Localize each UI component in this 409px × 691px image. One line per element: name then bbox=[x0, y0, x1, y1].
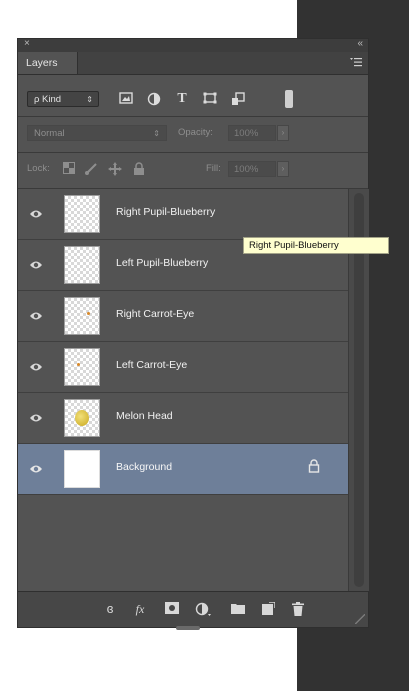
collapse-icon[interactable]: « bbox=[357, 38, 362, 49]
lock-transparent-pixels-icon[interactable] bbox=[62, 162, 76, 176]
layer-mask-icon[interactable] bbox=[164, 602, 180, 616]
visibility-eye-icon[interactable] bbox=[29, 309, 43, 321]
new-group-icon[interactable] bbox=[230, 602, 246, 616]
visibility-eye-icon[interactable] bbox=[29, 360, 43, 372]
panel-drag-handle[interactable] bbox=[176, 626, 200, 630]
tab-layers[interactable]: Layers bbox=[18, 52, 78, 74]
chevron-updown-icon: ⇕ bbox=[153, 129, 160, 138]
layer-name[interactable]: Melon Head bbox=[116, 410, 173, 422]
layer-row[interactable]: Right Carrot-Eye bbox=[18, 291, 348, 342]
layer-thumbnail bbox=[64, 246, 100, 284]
layer-row[interactable]: Right Pupil-Blueberry bbox=[18, 189, 348, 240]
layer-thumbnail bbox=[64, 348, 100, 386]
panel-title-bar[interactable]: × « bbox=[18, 38, 368, 52]
new-layer-icon[interactable] bbox=[260, 601, 276, 616]
carrot-dot-icon bbox=[87, 312, 90, 315]
pixel-filter-icon[interactable] bbox=[118, 92, 134, 106]
adjustment-layer-icon[interactable] bbox=[194, 602, 214, 616]
lock-label: Lock: bbox=[27, 163, 50, 174]
layer-row-selected[interactable]: Background bbox=[18, 444, 348, 495]
adjustment-filter-icon[interactable] bbox=[146, 92, 162, 106]
lock-all-icon[interactable] bbox=[132, 162, 146, 176]
blend-row: Normal ⇕ Opacity: 100% › bbox=[18, 117, 368, 151]
filter-kind-select[interactable]: ρ Kind ⇕ bbox=[27, 91, 99, 107]
opacity-field[interactable]: 100% bbox=[228, 125, 276, 141]
layer-thumbnail bbox=[64, 297, 100, 335]
resize-grip-icon[interactable] bbox=[355, 614, 365, 624]
layer-name[interactable]: Left Carrot-Eye bbox=[116, 359, 187, 371]
delete-layer-icon[interactable] bbox=[290, 602, 306, 616]
opacity-stepper-icon[interactable]: › bbox=[277, 125, 289, 141]
filter-kind-label: Kind bbox=[42, 94, 62, 105]
fill-field[interactable]: 100% bbox=[228, 161, 276, 177]
fill-label: Fill: bbox=[206, 163, 221, 174]
smart-object-filter-icon[interactable] bbox=[230, 92, 246, 106]
melon-icon bbox=[75, 410, 89, 426]
panel-footer: ɞ fx bbox=[18, 591, 368, 630]
layer-thumbnail bbox=[64, 399, 100, 437]
lock-row: Lock: Fill: 100% › bbox=[18, 153, 368, 187]
visibility-eye-icon[interactable] bbox=[29, 462, 43, 474]
layer-row[interactable]: Left Carrot-Eye bbox=[18, 342, 348, 393]
layer-style-icon[interactable]: fx bbox=[132, 602, 148, 616]
blend-mode-value: Normal bbox=[34, 128, 65, 139]
carrot-dot-icon bbox=[77, 363, 80, 366]
lock-image-pixels-icon[interactable] bbox=[84, 162, 98, 176]
layer-name[interactable]: Background bbox=[116, 461, 172, 473]
link-layers-icon[interactable]: ɞ bbox=[102, 602, 118, 616]
layer-row[interactable]: Melon Head bbox=[18, 393, 348, 444]
layer-lock-icon bbox=[308, 459, 322, 475]
panel-menu-icon[interactable] bbox=[350, 57, 362, 70]
layer-thumbnail bbox=[64, 450, 100, 488]
shape-filter-icon[interactable] bbox=[202, 92, 218, 106]
layer-name-tooltip: Right Pupil-Blueberry bbox=[243, 237, 389, 254]
opacity-label: Opacity: bbox=[178, 127, 213, 138]
chevron-updown-icon: ⇕ bbox=[86, 95, 93, 104]
layers-panel: × « Layers ρ Kind ⇕ T Normal ⇕ Opacity: … bbox=[17, 38, 369, 630]
blend-mode-select[interactable]: Normal ⇕ bbox=[27, 125, 167, 141]
close-icon[interactable]: × bbox=[24, 38, 30, 49]
visibility-eye-icon[interactable] bbox=[29, 411, 43, 423]
filter-search-icon: ρ bbox=[34, 94, 40, 105]
filter-bar: ρ Kind ⇕ T bbox=[18, 75, 368, 115]
visibility-eye-icon[interactable] bbox=[29, 207, 43, 219]
layer-name[interactable]: Right Carrot-Eye bbox=[116, 308, 194, 320]
layer-name[interactable]: Right Pupil-Blueberry bbox=[116, 206, 215, 218]
visibility-eye-icon[interactable] bbox=[29, 258, 43, 270]
fill-stepper-icon[interactable]: › bbox=[277, 161, 289, 177]
filter-toggle-icon[interactable] bbox=[285, 90, 293, 108]
panel-tab-row: Layers bbox=[18, 52, 368, 75]
layer-thumbnail bbox=[64, 195, 100, 233]
layer-name[interactable]: Left Pupil-Blueberry bbox=[116, 257, 208, 269]
type-filter-icon[interactable]: T bbox=[174, 92, 190, 106]
lock-position-icon[interactable] bbox=[108, 162, 122, 176]
